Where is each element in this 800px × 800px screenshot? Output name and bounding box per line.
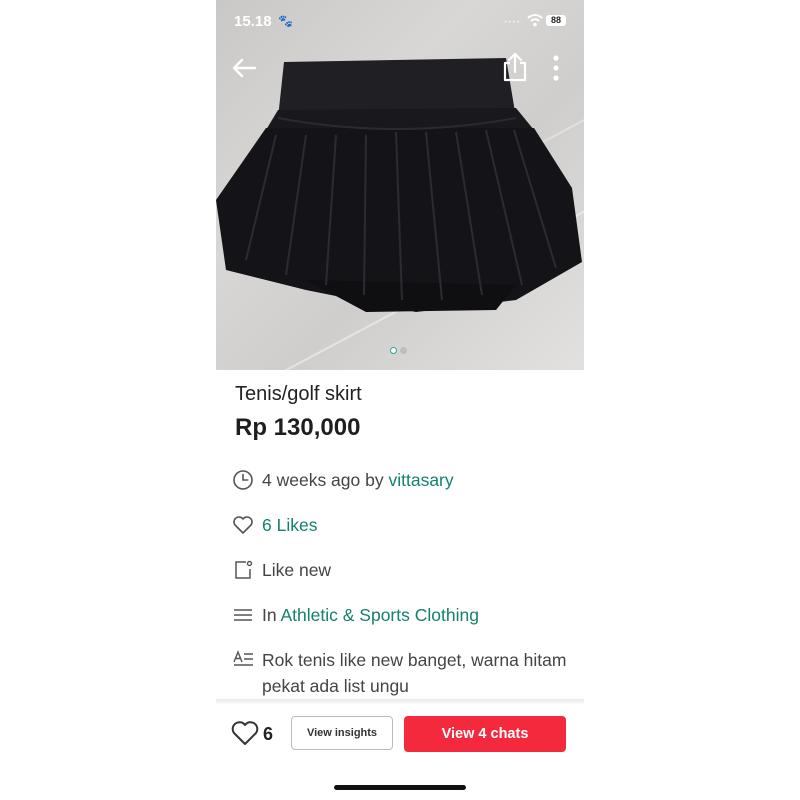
- listing-screen: 15.18 🐾 •••• 88 Tenis/golf skirt Rp 130,…: [216, 0, 584, 800]
- heart-icon: [233, 516, 253, 534]
- seller-link[interactable]: vittasary: [388, 470, 453, 490]
- tag-icon: [235, 560, 253, 579]
- view-chats-button[interactable]: View 4 chats: [404, 716, 566, 752]
- product-price: Rp 130,000: [235, 414, 361, 441]
- pager-dot-active[interactable]: [390, 347, 397, 354]
- arrow-left-icon[interactable]: [230, 54, 258, 82]
- description-text: Rok tenis like new banget, warna hitam p…: [262, 650, 567, 696]
- category-link[interactable]: Athletic & Sports Clothing: [281, 605, 479, 625]
- photo-pager[interactable]: [390, 347, 410, 355]
- product-photo[interactable]: 15.18 🐾 •••• 88: [216, 0, 584, 370]
- heart-icon[interactable]: [230, 719, 260, 747]
- bottom-action-bar: 6 View insights View 4 chats: [216, 706, 584, 766]
- paw-icon: 🐾: [278, 14, 293, 28]
- condition-text: Like new: [262, 560, 332, 580]
- wifi-icon: [527, 14, 543, 27]
- posted-text: 4 weeks ago by: [262, 470, 389, 490]
- product-title: Tenis/golf skirt: [235, 383, 362, 405]
- status-bar: 15.18 🐾 •••• 88: [216, 0, 584, 44]
- view-insights-button[interactable]: View insights: [291, 716, 393, 750]
- skirt-image: [216, 58, 582, 312]
- battery-indicator: 88: [546, 15, 566, 26]
- status-time: 15.18: [234, 13, 272, 30]
- likes-link[interactable]: 6 Likes: [262, 512, 317, 538]
- share-icon[interactable]: [502, 52, 528, 82]
- home-indicator[interactable]: [334, 785, 466, 790]
- text-icon: [233, 650, 253, 666]
- signal-icon: ••••: [504, 17, 521, 27]
- list-icon: [234, 609, 252, 621]
- clock-icon: [233, 470, 253, 490]
- more-vertical-icon[interactable]: [548, 54, 564, 82]
- like-count: 6: [263, 724, 274, 744]
- pager-dot[interactable]: [400, 347, 407, 354]
- divider: [216, 699, 584, 705]
- category-prefix: In: [262, 605, 281, 625]
